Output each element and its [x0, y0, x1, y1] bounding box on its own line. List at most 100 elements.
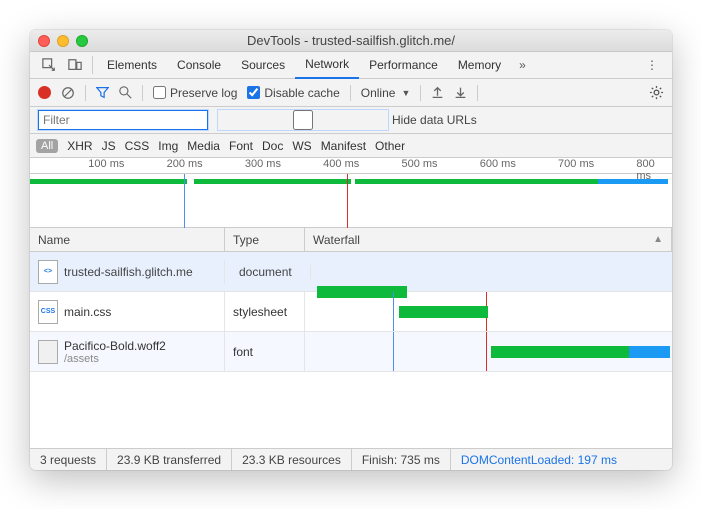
request-type: font — [225, 332, 305, 371]
file-icon: CSS — [38, 300, 58, 324]
column-type-header[interactable]: Type — [225, 228, 305, 251]
disable-cache-label: Disable cache — [264, 86, 339, 100]
tab-sources[interactable]: Sources — [231, 52, 295, 79]
tab-memory[interactable]: Memory — [448, 52, 511, 79]
status-requests: 3 requests — [30, 449, 107, 470]
waterfall-marker — [393, 332, 394, 371]
close-button[interactable] — [38, 35, 50, 47]
titlebar: DevTools - trusted-sailfish.glitch.me/ — [30, 30, 672, 52]
panel-tabs: Elements Console Sources Network Perform… — [30, 52, 672, 79]
type-filter-js[interactable]: JS — [102, 139, 116, 153]
disable-cache-checkbox[interactable]: Disable cache — [247, 86, 339, 100]
divider — [85, 85, 86, 101]
divider — [92, 56, 93, 74]
network-toolbar: Preserve log Disable cache Online▼ — [30, 79, 672, 107]
waterfall-cell — [305, 332, 672, 371]
divider — [477, 85, 478, 101]
sort-indicator-icon: ▲ — [653, 234, 663, 245]
upload-har-icon[interactable] — [431, 86, 444, 99]
settings-icon[interactable] — [649, 85, 664, 100]
divider — [420, 85, 421, 101]
window-title: DevTools - trusted-sailfish.glitch.me/ — [30, 33, 672, 48]
type-filter-all[interactable]: All — [36, 139, 58, 153]
request-path: /assets — [64, 353, 166, 365]
timeline-tick: 700 ms — [558, 158, 594, 174]
request-row[interactable]: CSS main.css stylesheet — [30, 292, 672, 332]
request-type: document — [231, 265, 311, 279]
waterfall-bar — [399, 306, 489, 318]
chevron-down-icon: ▼ — [401, 88, 410, 98]
status-transferred: 23.9 KB transferred — [107, 449, 232, 470]
type-filter-img[interactable]: Img — [158, 139, 178, 153]
devtools-window: DevTools - trusted-sailfish.glitch.me/ E… — [30, 30, 672, 470]
request-row[interactable]: <>trusted-sailfish.glitch.medocument — [30, 252, 672, 292]
request-name: Pacifico-Bold.woff2 — [64, 339, 166, 353]
type-filter-font[interactable]: Font — [229, 139, 253, 153]
request-type: stylesheet — [225, 292, 305, 331]
maximize-button[interactable] — [76, 35, 88, 47]
status-finish: Finish: 735 ms — [352, 449, 451, 470]
request-list: <>trusted-sailfish.glitch.medocument CSS m… — [30, 252, 672, 372]
timeline-marker — [347, 174, 348, 228]
tab-network[interactable]: Network — [295, 52, 359, 79]
file-icon: <> — [38, 260, 58, 284]
timeline-tick: 100 ms — [88, 158, 124, 174]
filter-input[interactable] — [38, 110, 208, 130]
column-name-header[interactable]: Name — [30, 228, 225, 251]
clear-icon[interactable] — [61, 86, 75, 100]
throttle-select[interactable]: Online▼ — [361, 86, 411, 100]
type-filter-manifest[interactable]: Manifest — [321, 139, 366, 153]
tab-elements[interactable]: Elements — [97, 52, 167, 79]
timeline-tick: 300 ms — [245, 158, 281, 174]
column-waterfall-header[interactable]: Waterfall▲ — [305, 228, 672, 251]
timeline-body — [30, 174, 672, 228]
record-button[interactable] — [38, 86, 51, 99]
type-filter-xhr[interactable]: XHR — [67, 139, 92, 153]
waterfall-bar — [629, 346, 669, 358]
overview-bar — [30, 179, 187, 184]
timeline-tick: 400 ms — [323, 158, 359, 174]
filter-icon[interactable] — [96, 86, 109, 99]
more-tabs-icon[interactable]: » — [511, 58, 534, 72]
tab-console[interactable]: Console — [167, 52, 231, 79]
timeline-tick: 200 ms — [167, 158, 203, 174]
device-icon[interactable] — [62, 58, 88, 72]
timeline-tick: 600 ms — [480, 158, 516, 174]
waterfall-marker — [486, 332, 487, 371]
preserve-log-checkbox[interactable]: Preserve log — [153, 86, 237, 100]
grid-header: Name Type Waterfall▲ — [30, 228, 672, 252]
type-filter-row: All XHR JS CSS Img Media Font Doc WS Man… — [30, 134, 672, 158]
file-icon — [38, 340, 58, 364]
type-filter-ws[interactable]: WS — [292, 139, 311, 153]
timeline-ruler: 100 ms 200 ms 300 ms 400 ms 500 ms 600 ms 700 … — [30, 158, 672, 174]
timeline-overview[interactable]: 100 ms 200 ms 300 ms 400 ms 500 ms 600 ms 700 … — [30, 158, 672, 228]
hide-data-urls-checkbox[interactable]: Hide data URLs — [218, 110, 477, 130]
preserve-log-label: Preserve log — [170, 86, 237, 100]
minimize-button[interactable] — [57, 35, 69, 47]
timeline-tick: 800 ms — [636, 158, 672, 174]
status-resources: 23.3 KB resources — [232, 449, 352, 470]
spacer — [30, 372, 672, 448]
timeline-marker — [184, 174, 185, 228]
tab-performance[interactable]: Performance — [359, 52, 448, 79]
waterfall-bar — [491, 346, 630, 358]
overview-bar — [598, 179, 668, 184]
inspect-icon[interactable] — [36, 58, 62, 72]
divider — [142, 85, 143, 101]
hide-data-urls-label: Hide data URLs — [392, 113, 477, 127]
timeline-tick: 500 ms — [401, 158, 437, 174]
waterfall-marker — [393, 292, 394, 331]
kebab-menu-icon[interactable]: ⋮ — [638, 58, 666, 72]
request-name: main.css — [64, 305, 111, 319]
type-filter-css[interactable]: CSS — [125, 139, 150, 153]
type-filter-other[interactable]: Other — [375, 139, 405, 153]
type-filter-doc[interactable]: Doc — [262, 139, 283, 153]
search-icon[interactable] — [119, 86, 132, 99]
divider — [350, 85, 351, 101]
type-filter-media[interactable]: Media — [187, 139, 220, 153]
request-row[interactable]: Pacifico-Bold.woff2/assets font — [30, 332, 672, 372]
overview-bar — [355, 179, 598, 184]
waterfall-cell — [305, 292, 672, 331]
download-har-icon[interactable] — [454, 86, 467, 99]
status-bar: 3 requests 23.9 KB transferred 23.3 KB r… — [30, 448, 672, 470]
